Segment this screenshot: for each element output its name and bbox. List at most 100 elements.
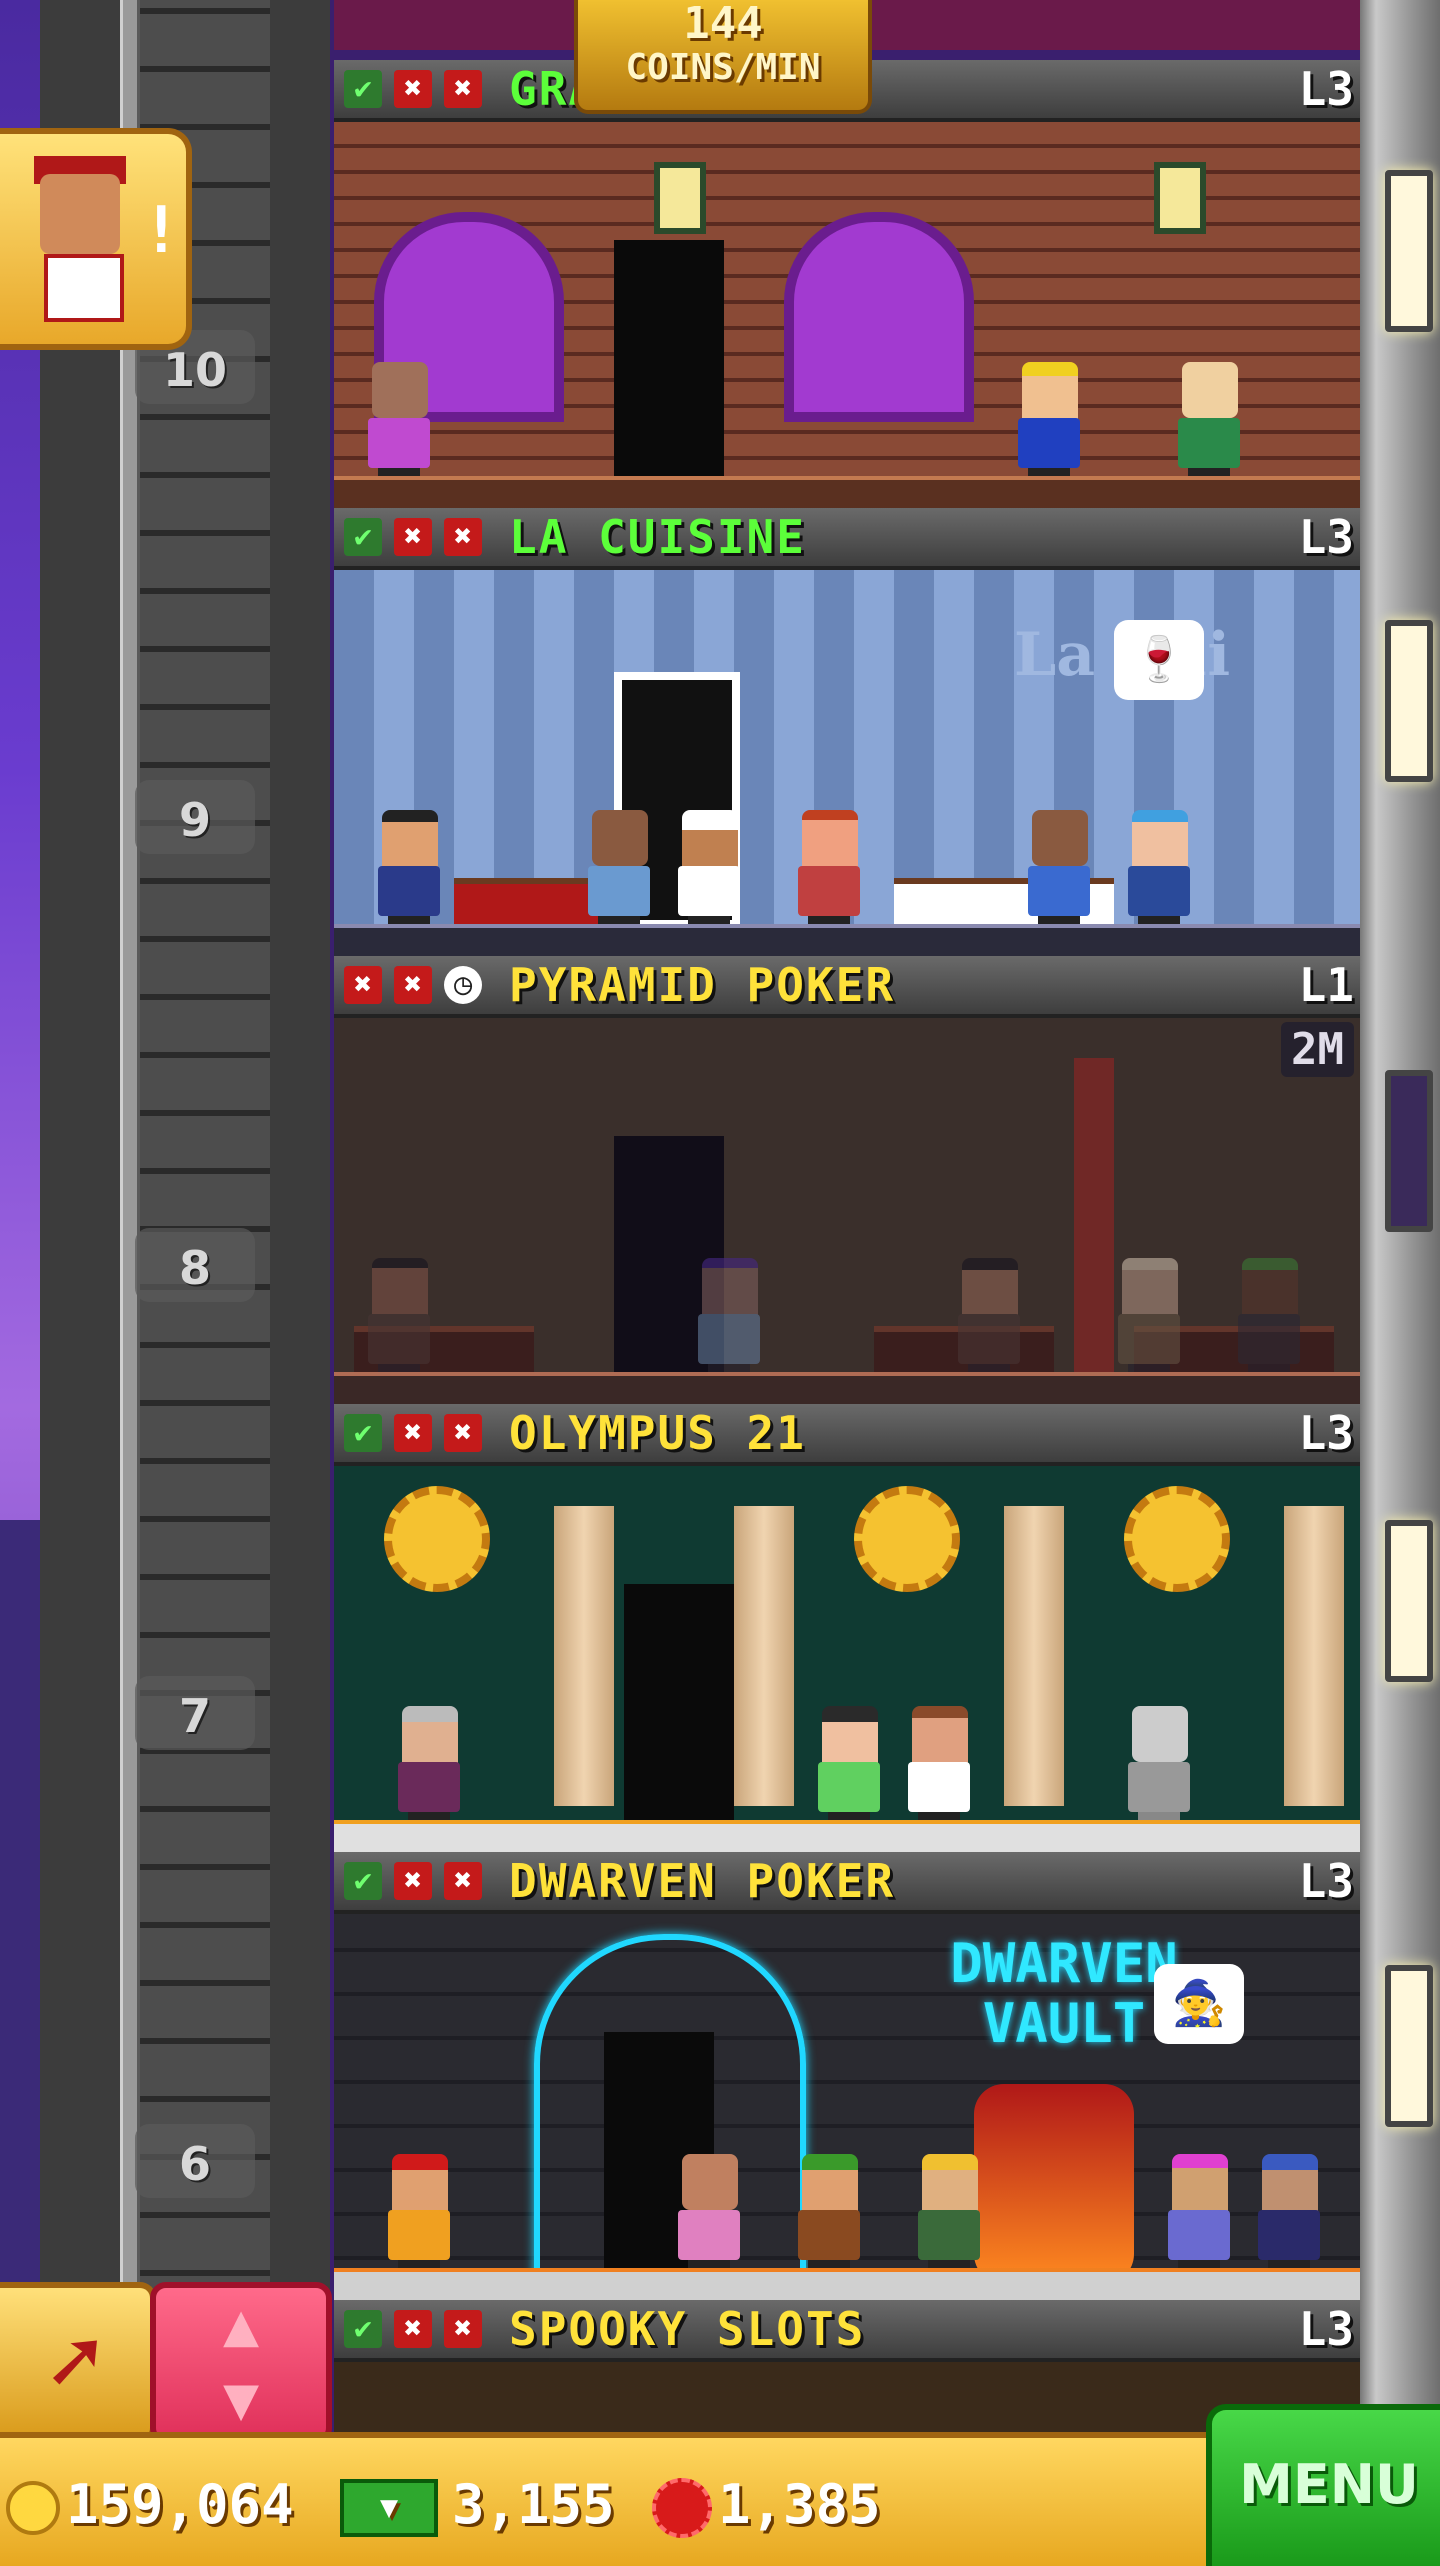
floor-number-7: 7 <box>178 1689 211 1743</box>
x-icon: ✖ <box>394 966 432 1004</box>
wizard-character[interactable] <box>1254 2154 1324 2274</box>
rocket-icon: ➚ <box>47 2310 103 2415</box>
floor-grape-cellar[interactable]: ✔ ✖ ✖ GRAPE CELLAR L3 <box>334 60 1360 508</box>
floor-name: OLYMPUS 21 <box>509 1406 806 1460</box>
floor-name: LA CUISINE <box>509 510 806 564</box>
guest-character[interactable] <box>1114 1258 1184 1378</box>
bellhop-button[interactable]: ! <box>0 128 192 350</box>
guest-character[interactable] <box>1174 362 1244 482</box>
lantern-icon <box>654 162 706 234</box>
x-icon: ✖ <box>444 518 482 556</box>
guest-character[interactable] <box>814 1706 884 1826</box>
floor-number-9: 9 <box>178 793 211 847</box>
clock-icon: ◷ <box>444 966 482 1004</box>
guest-character[interactable] <box>904 1706 974 1826</box>
guest-character[interactable] <box>794 810 864 930</box>
floor-name: DWARVEN POKER <box>509 1854 896 1908</box>
floor-scene <box>334 122 1360 508</box>
floor-name: PYRAMID POKER <box>509 958 896 1012</box>
floor-number-6: 6 <box>178 2137 211 2191</box>
poker-chip-icon <box>1124 1486 1230 1592</box>
floor-ground <box>334 924 1360 956</box>
floor-la-cuisine[interactable]: ✔ ✖ ✖ LA CUISINE L3 La Cui 🍷 <box>334 508 1360 956</box>
greek-pillar <box>1004 1506 1064 1806</box>
guest-character[interactable] <box>1164 2154 1234 2274</box>
x-icon: ✖ <box>394 70 432 108</box>
floor-level: L3 <box>1298 1854 1354 1908</box>
guest-character[interactable] <box>364 362 434 482</box>
wine-glass-bubble-icon[interactable]: 🍷 <box>1114 620 1204 700</box>
floor-level: L3 <box>1298 510 1354 564</box>
guest-character[interactable] <box>954 1258 1024 1378</box>
floor-ground <box>334 1372 1360 1404</box>
elevator-button[interactable]: ▲ ▼ <box>150 2282 332 2444</box>
x-icon: ✖ <box>444 1862 482 1900</box>
x-icon: ✖ <box>444 2310 482 2348</box>
chef-character[interactable] <box>674 810 744 930</box>
guest-character[interactable] <box>1024 810 1094 930</box>
guest-character[interactable] <box>674 2154 744 2274</box>
dwarf-bubble-icon[interactable]: 🧙 <box>1154 1964 1244 2044</box>
check-icon: ✔ <box>344 1862 382 1900</box>
check-icon: ✔ <box>344 1414 382 1452</box>
coins-per-minute-badge: 144 COINS/MIN <box>574 0 872 114</box>
dwarf-character[interactable] <box>794 2154 864 2274</box>
floor-scene <box>334 1466 1360 1852</box>
floor-name: SPOOKY SLOTS <box>509 2302 866 2356</box>
floor-dwarven-poker[interactable]: ✔ ✖ ✖ DWARVEN POKER L3 DWARVEN VAULT 🧙 <box>334 1852 1360 2300</box>
dragon-figure <box>974 2084 1134 2284</box>
x-icon: ✖ <box>394 2310 432 2348</box>
greek-pillar <box>1284 1506 1344 1806</box>
x-icon: ✖ <box>394 1862 432 1900</box>
x-icon: ✖ <box>444 1414 482 1452</box>
floor-spooky-slots[interactable]: ✔ ✖ ✖ SPOOKY SLOTS L3 <box>334 2300 1360 2432</box>
guest-character[interactable] <box>1014 362 1084 482</box>
guest-character[interactable] <box>584 810 654 930</box>
guest-character[interactable] <box>374 810 444 930</box>
coins-display[interactable]: 159,064 <box>6 2470 294 2540</box>
coins-per-minute-unit: COINS/MIN <box>625 47 821 88</box>
doorway <box>614 240 724 480</box>
x-icon: ✖ <box>394 518 432 556</box>
floor-level: L3 <box>1298 1406 1354 1460</box>
rocket-button[interactable]: ➚ <box>0 2282 156 2444</box>
guest-character[interactable] <box>1234 1258 1304 1378</box>
floor-header: ✔ ✖ ✖ DWARVEN POKER L3 <box>334 1852 1360 1914</box>
guest-character[interactable] <box>394 1706 464 1826</box>
tower-right-wall <box>1360 0 1440 2560</box>
guest-character[interactable] <box>1124 810 1194 930</box>
dwarf-character[interactable] <box>384 2154 454 2274</box>
dwarf-character[interactable] <box>914 2154 984 2274</box>
wine-arch <box>784 212 974 422</box>
gems-display[interactable]: 1,385 <box>652 2470 881 2540</box>
window <box>1385 170 1433 332</box>
floor-level: L3 <box>1298 2302 1354 2356</box>
tree-pillar <box>1074 1058 1114 1378</box>
menu-button[interactable]: MENU <box>1206 2404 1440 2566</box>
window <box>1385 1070 1433 1232</box>
guest-character[interactable] <box>694 1258 764 1378</box>
window <box>1385 1520 1433 1682</box>
doorway <box>624 1584 734 1824</box>
gems-value: 1,385 <box>718 2473 881 2536</box>
lantern-icon <box>1154 162 1206 234</box>
x-icon: ✖ <box>344 966 382 1004</box>
statue-character[interactable] <box>1124 1706 1194 1826</box>
poker-chip-icon <box>384 1486 490 1592</box>
greek-pillar <box>554 1506 614 1806</box>
floor-level: L3 <box>1298 62 1354 116</box>
bux-display[interactable]: ▼ 3,155 <box>340 2470 615 2540</box>
tower-bux-icon: ▼ <box>340 2479 438 2538</box>
floor-olympus-21[interactable]: ✔ ✖ ✖ OLYMPUS 21 L3 <box>334 1404 1360 1852</box>
check-icon: ✔ <box>344 2310 382 2348</box>
floor-number-8: 8 <box>178 1241 211 1295</box>
guest-character[interactable] <box>364 1258 434 1378</box>
floor-header: ✔ ✖ ✖ OLYMPUS 21 L3 <box>334 1404 1360 1466</box>
bellhop-icon <box>40 174 120 254</box>
coin-icon <box>6 2481 60 2536</box>
floor-pyramid-poker[interactable]: ✖ ✖ ◷ PYRAMID POKER L1 2M <box>334 956 1360 1404</box>
x-icon: ✖ <box>394 1414 432 1452</box>
window <box>1385 620 1433 782</box>
floor-ground <box>334 2268 1360 2300</box>
floor-header: ✔ ✖ ✖ SPOOKY SLOTS L3 <box>334 2300 1360 2362</box>
